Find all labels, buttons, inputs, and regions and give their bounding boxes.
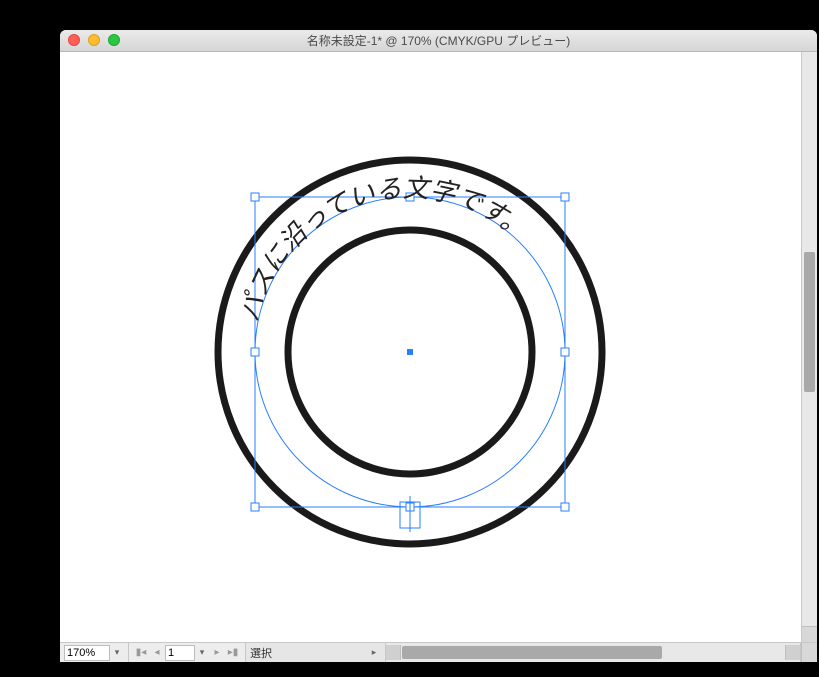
last-page-button[interactable]: ▸▮ — [225, 647, 241, 658]
selection-center — [407, 349, 413, 355]
document-window: 名称未設定-1* @ 170% (CMYK/GPU プレビュー) — [60, 30, 817, 662]
minimize-icon[interactable] — [88, 34, 100, 46]
first-page-button[interactable]: ▮◂ — [133, 647, 149, 658]
horizontal-scrollbar-thumb[interactable] — [402, 646, 662, 659]
page-input[interactable] — [165, 645, 195, 661]
resize-grip[interactable] — [801, 643, 817, 662]
path-text[interactable]: パスに沿っている文字です。 — [235, 174, 533, 325]
chevron-down-icon[interactable]: ▾ — [195, 647, 209, 658]
zoom-input[interactable] — [64, 645, 110, 661]
next-page-button[interactable]: ▸ — [209, 647, 225, 658]
chevron-down-icon[interactable]: ▾ — [110, 647, 124, 658]
page-nav: ▮◂ ◂ ▾ ▸ ▸▮ — [129, 643, 246, 662]
close-icon[interactable] — [68, 34, 80, 46]
window-title: 名称未設定-1* @ 170% (CMYK/GPU プレビュー) — [307, 32, 571, 49]
zoom-control[interactable]: ▾ — [60, 643, 129, 662]
tool-label[interactable]: 選択 ▸ — [246, 643, 386, 662]
titlebar[interactable]: 名称未設定-1* @ 170% (CMYK/GPU プレビュー) — [60, 30, 817, 52]
chevron-right-icon[interactable]: ▸ — [367, 647, 381, 658]
horizontal-scrollbar[interactable] — [386, 643, 801, 662]
vertical-scrollbar-thumb[interactable] — [804, 252, 815, 392]
canvas-viewport[interactable]: パスに沿っている文字です。 — [60, 52, 801, 642]
zoom-icon[interactable] — [108, 34, 120, 46]
content-area: パスに沿っている文字です。 — [60, 52, 817, 642]
path-text-brackets[interactable] — [400, 496, 420, 532]
scrollbar-corner — [802, 626, 817, 642]
statusbar: ▾ ▮◂ ◂ ▾ ▸ ▸▮ 選択 ▸ — [60, 642, 817, 662]
vertical-scrollbar[interactable] — [801, 52, 817, 642]
path-text-content: パスに沿っている文字です。 — [235, 174, 533, 325]
prev-page-button[interactable]: ◂ — [149, 647, 165, 658]
current-tool: 選択 — [250, 645, 272, 661]
traffic-lights — [68, 34, 120, 46]
artwork-canvas[interactable]: パスに沿っている文字です。 — [60, 52, 801, 642]
